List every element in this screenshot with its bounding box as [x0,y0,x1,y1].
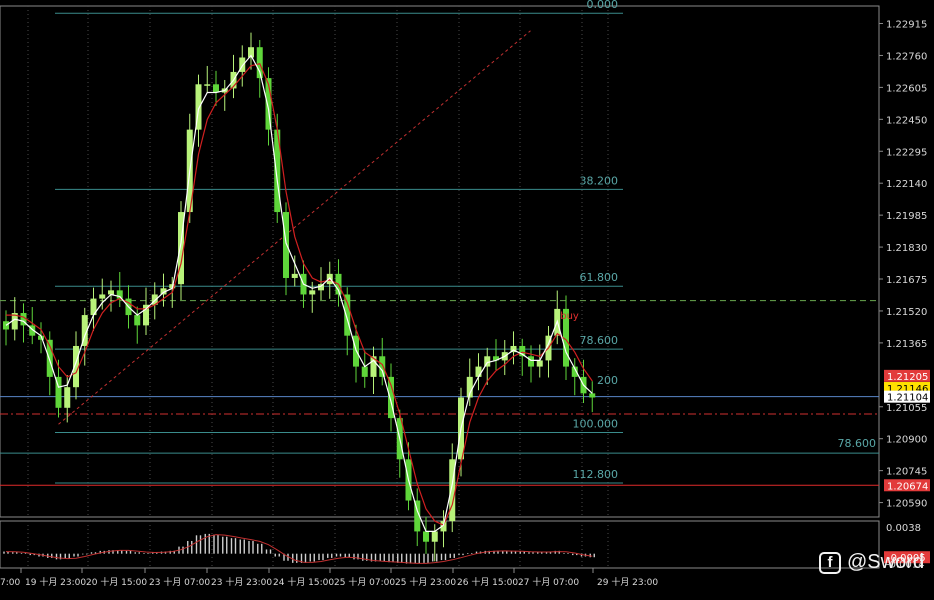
candle-body [64,387,70,408]
candle-body [213,84,219,92]
price-badge-label: 1.21104 [887,393,928,404]
time-axis-label: 7:00 [0,578,20,588]
time-axis-label: 23 十月 07:00 [149,576,210,588]
price-axis-label: 1.20590 [886,499,927,510]
price-badge-label: 1.21205 [887,372,928,383]
chart-window: 0.000 38.200 61.800 78.600 100.000 112.800 200… [0,0,934,596]
candle-body [537,360,543,366]
candle-body [344,294,350,335]
candle-body [108,290,114,294]
candle-body [379,356,385,377]
price-axis-label: 1.20745 [886,467,927,478]
candle-body [476,367,482,377]
price-axis-label: 1.21830 [886,243,927,254]
time-axis-label: 29 十月 23:00 [597,576,658,588]
price-axis-label: 1.21520 [886,307,927,318]
candle-body [327,274,333,284]
candle-body [134,315,140,325]
time-axis-label: 19 十月 23:00 [25,576,86,588]
price-axis-label: 1.21365 [886,339,927,350]
watermark-text: @Sword [847,551,924,574]
fib-level-label: 61.800 [580,271,619,284]
candle-body [99,294,105,298]
watermark: f @Sword [819,551,924,574]
oscillator-signal-line [6,535,592,564]
price-chart: 0.000 38.200 61.800 78.600 100.000 112.800 200… [0,0,934,596]
candle-body [589,393,595,397]
fib-level-label: 100.000 [573,418,619,431]
price-axis-label: 1.22295 [886,147,927,158]
candle-body [528,356,534,366]
time-axis-label: 25 十月 23:00 [395,576,456,588]
price-badge-label: 1.20674 [887,481,928,492]
candle-body [292,274,298,278]
price-axis-label: 1.22760 [886,51,927,62]
price-axis-label: 1.20900 [886,435,927,446]
candle-body [362,367,368,377]
price-axis-label: 1.22915 [886,20,927,31]
oscillator-axis-label: 0.0038 [886,523,921,534]
candle-body [423,531,429,541]
price-axis-label: 1.22605 [886,83,927,94]
fib-level-label: 38.200 [580,174,619,187]
candle-body [432,531,438,541]
trendline [59,31,531,425]
fib-level-label: 200 [597,374,618,387]
fib-level-label: 112.800 [573,468,619,481]
candle-body [283,212,289,278]
time-axis-label: 20 十月 15:00 [86,576,147,588]
candle-body [204,84,210,86]
facebook-icon: f [819,552,841,574]
price-axis-label: 1.21985 [886,211,927,222]
time-axis-label: 25 十月 07:00 [334,576,395,588]
time-axis-label: 24 十月 15:00 [273,576,334,588]
time-axis-label: 26 十月 15:00 [457,576,518,588]
fib-level-label: 0.000 [587,0,619,11]
main-panel-frame [0,6,879,517]
price-axis-label: 1.21675 [886,275,927,286]
price-axis-label: 1.22450 [886,115,927,126]
time-axis-label: 23 十月 23:00 [211,576,272,588]
price-axis-label: 1.21055 [886,403,927,414]
candle-body [309,290,315,294]
time-axis-label: 27 十月 07:00 [518,576,579,588]
order-label: buy [560,311,579,322]
price-axis-label: 1.22140 [886,179,927,190]
fib-level-label: 78.600 [580,334,619,347]
fib-extension-label: 78.600 [838,437,877,450]
